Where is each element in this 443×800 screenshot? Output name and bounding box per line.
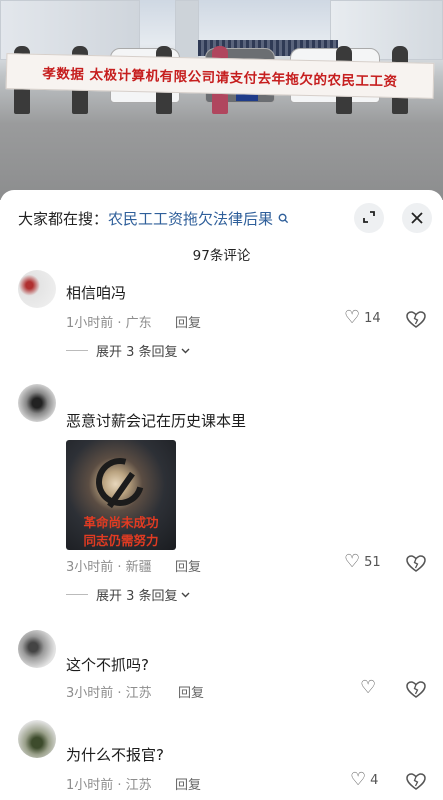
search-icon[interactable] xyxy=(274,213,289,227)
comment-sheet: 大家都在搜：农民工工资拖欠法律后果 97条评论 相信咱冯 1小时前 · 广东 回… xyxy=(0,190,443,800)
heart-icon: ♡ xyxy=(344,551,361,572)
close-icon xyxy=(411,209,423,228)
expand-icon xyxy=(362,209,376,228)
like-count: 4 xyxy=(370,772,379,788)
avatar[interactable] xyxy=(18,270,56,308)
search-suggestion[interactable]: 大家都在搜：农民工工资拖欠法律后果 xyxy=(18,208,289,229)
comment-text: 相信咱冯 xyxy=(66,284,127,302)
avatar[interactable] xyxy=(18,384,56,422)
heart-icon: ♡ xyxy=(344,307,361,328)
image-caption-line2: 同志仍需努力 xyxy=(83,533,159,548)
broken-heart-icon[interactable] xyxy=(406,310,426,330)
expand-replies[interactable]: 展开 3 条回复 xyxy=(66,341,190,360)
banner-text: 孝数据 太极计算机有限公司请支付去年拖欠的农民工工资 xyxy=(42,65,398,91)
broken-heart-icon[interactable] xyxy=(406,680,426,700)
search-prefix: 大家都在搜： xyxy=(18,210,109,228)
like-count: 14 xyxy=(364,310,381,326)
heart-icon: ♡ xyxy=(350,769,367,790)
video-frame[interactable]: 孝数据 太极计算机有限公司请支付去年拖欠的农民工工资 xyxy=(0,0,443,200)
expand-replies-label: 展开 3 条回复 xyxy=(96,345,178,360)
divider-line xyxy=(66,350,88,351)
reply-button[interactable]: 回复 xyxy=(175,774,201,793)
chevron-down-icon xyxy=(181,587,190,602)
comment-time-location: 1小时前 · 广东 xyxy=(66,316,152,331)
chevron-down-icon xyxy=(181,343,190,358)
like-button[interactable]: ♡ xyxy=(344,679,376,697)
comment-text: 恶意讨薪会记在历史课本里 xyxy=(66,412,247,430)
reply-button[interactable]: 回复 xyxy=(178,682,204,701)
expand-replies[interactable]: 展开 3 条回复 xyxy=(66,585,190,604)
comment-text: 这个不抓吗? xyxy=(66,656,149,674)
comment-time-location: 3小时前 · 新疆 xyxy=(66,560,152,575)
avatar[interactable] xyxy=(18,630,56,668)
reply-button[interactable]: 回复 xyxy=(175,556,201,575)
avatar[interactable] xyxy=(18,720,56,758)
broken-heart-icon[interactable] xyxy=(406,554,426,574)
comment-image[interactable]: 革命尚未成功 同志仍需努力 xyxy=(66,440,176,550)
comment-count: 97条评论 xyxy=(192,248,251,264)
comment-time-location: 3小时前 · 江苏 xyxy=(66,686,152,701)
image-caption-line1: 革命尚未成功 xyxy=(83,515,159,530)
like-button[interactable]: ♡ 4 xyxy=(344,771,378,789)
broken-heart-icon[interactable] xyxy=(406,772,426,792)
like-button[interactable]: ♡ 14 xyxy=(344,309,381,327)
heart-icon: ♡ xyxy=(360,677,377,698)
expand-replies-label: 展开 3 条回复 xyxy=(96,589,178,604)
search-query-link[interactable]: 农民工工资拖欠法律后果 xyxy=(108,210,273,228)
close-button[interactable] xyxy=(402,203,432,233)
like-button[interactable]: ♡ 51 xyxy=(344,553,381,571)
comment-time-location: 1小时前 · 江苏 xyxy=(66,778,152,793)
like-count: 51 xyxy=(364,554,381,570)
comment-text: 为什么不报官? xyxy=(66,746,164,764)
reply-button[interactable]: 回复 xyxy=(175,312,201,331)
divider-line xyxy=(66,594,88,595)
sickle-shape xyxy=(87,449,153,515)
expand-sheet-button[interactable] xyxy=(354,203,384,233)
